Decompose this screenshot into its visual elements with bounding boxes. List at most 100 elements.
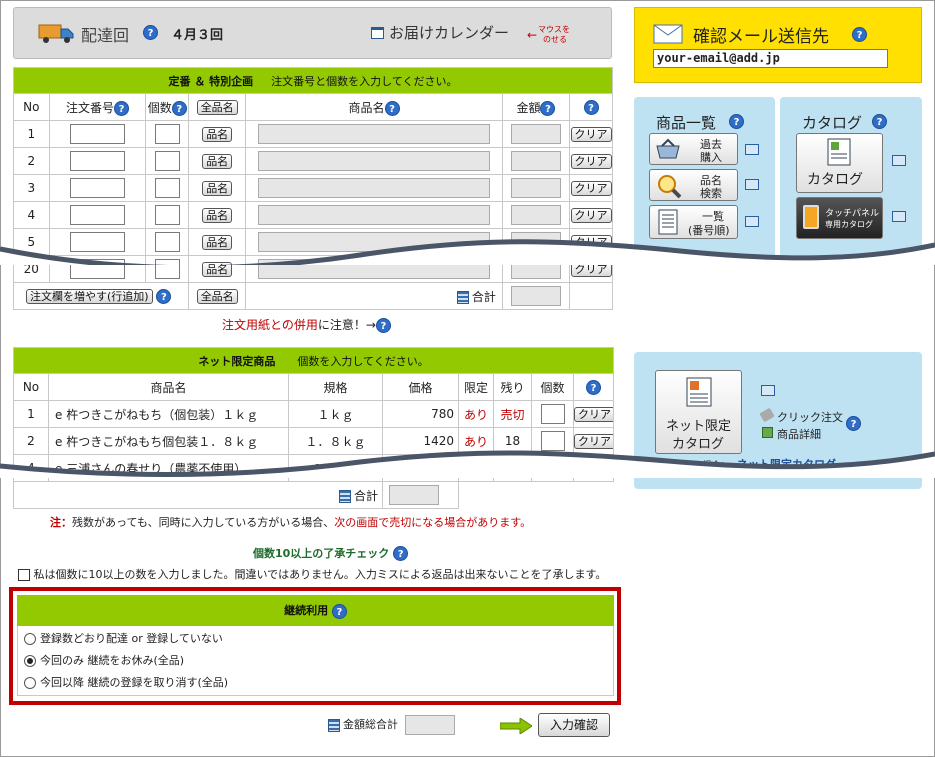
col-price: 金額 — [516, 100, 541, 115]
help-icon[interactable]: ? — [143, 25, 158, 40]
order-number-input[interactable] — [70, 151, 126, 171]
regular-instruction: 注文番号と個数を入力してください。 — [271, 74, 458, 88]
window-icon[interactable] — [745, 179, 759, 190]
window-icon[interactable] — [745, 216, 759, 227]
table-row: 2 品名 クリア — [13, 147, 613, 175]
help-icon[interactable]: ? — [586, 379, 602, 395]
qty-input[interactable] — [154, 178, 180, 198]
net-catalog-label-1: ネット限定 — [666, 419, 732, 434]
name-button[interactable]: 品名 — [202, 180, 233, 196]
clear-button[interactable]: クリア — [574, 406, 613, 422]
name-search-button[interactable]: 品名 検索 — [649, 169, 738, 201]
clear-button[interactable]: クリア — [570, 126, 612, 142]
continue-radio-2[interactable] — [24, 677, 36, 689]
help-icon[interactable]: ? — [393, 546, 409, 561]
col-order-no: 注文番号 — [66, 100, 115, 115]
continue-radio-1[interactable] — [24, 655, 36, 667]
clear-button[interactable]: クリア — [570, 180, 612, 196]
continue-option-row[interactable]: 今回以降 継続の登録を取り消す(全品) — [18, 674, 613, 696]
regular-total-field — [510, 286, 561, 306]
catalog-button[interactable]: カタログ — [796, 133, 883, 193]
col-limited: 限定 — [458, 373, 494, 401]
help-icon[interactable]: ? — [156, 288, 172, 304]
net-total-label: 合計 — [353, 488, 378, 503]
window-icon[interactable] — [745, 144, 759, 155]
qty-input[interactable] — [154, 205, 180, 225]
net-note-text: 残数があっても、同時に入力している方がいる場合、 — [72, 516, 335, 529]
name-button[interactable]: 品名 — [202, 207, 233, 223]
net-section-title: ネット限定商品 — [198, 354, 276, 368]
product-name-field — [258, 151, 491, 171]
detail-label[interactable]: 商品詳細 — [777, 426, 821, 442]
row-number: 1 — [13, 120, 50, 148]
help-icon[interactable]: ? — [846, 416, 861, 431]
regular-order-table: 定番 ＆ 特別企画 注文番号と個数を入力してください。 No 注文番号? 個数? … — [12, 67, 613, 310]
remain-count: 売切 — [493, 400, 532, 428]
qty-check-text: 私は個数に10以上の数を入力しました。間違いではありません。入力ミスによる返品は… — [33, 568, 607, 581]
help-icon[interactable]: ? — [852, 27, 867, 42]
continue-radio-0[interactable] — [24, 633, 36, 645]
catalog-book-icon — [686, 377, 712, 407]
order-number-input[interactable] — [70, 124, 126, 144]
number-list-button[interactable]: 一覧 (番号順) — [649, 205, 738, 239]
qty-check-row: 私は個数に10以上の数を入力しました。間違いではありません。入力ミスによる返品は… — [18, 566, 606, 582]
clear-button[interactable]: クリア — [570, 153, 612, 169]
past-purchase-button[interactable]: 過去 購入 — [649, 133, 738, 165]
clear-button[interactable]: クリア — [570, 207, 612, 223]
email-field[interactable]: your-email@add.jp — [653, 49, 888, 68]
help-icon[interactable]: ? — [171, 100, 187, 116]
help-icon[interactable]: ? — [375, 318, 391, 333]
col-qty: 個数 — [147, 100, 172, 115]
order-number-input[interactable] — [70, 178, 126, 198]
name-button[interactable]: 品名 — [202, 126, 233, 142]
add-rows-button[interactable]: 注文欄を増やす(行追加) — [26, 288, 153, 304]
click-order-label[interactable]: クリック注文 — [777, 409, 843, 425]
confirm-input-button[interactable]: 入力確認 — [538, 713, 610, 737]
grand-total-field — [404, 715, 455, 735]
qty-input[interactable] — [540, 404, 565, 424]
page-break-wave — [0, 239, 935, 265]
qty-check-checkbox[interactable] — [18, 569, 30, 581]
help-icon[interactable]: ? — [114, 100, 130, 116]
clear-button[interactable]: クリア — [574, 433, 613, 449]
net-note: 注：残数があっても、同時に入力している方がいる場合、次の画面で売切になる場合があ… — [50, 514, 531, 530]
calculator-icon — [338, 489, 351, 503]
table-row: 1e 杵つきこがねもち（個包装）１ｋｇ １ｋｇ 780 あり 売切 クリア — [13, 400, 615, 428]
continue-option-row[interactable]: 今回のみ 継続をお休み(全品) — [18, 652, 613, 674]
calendar-link[interactable]: お届けカレンダー — [389, 22, 509, 43]
help-icon[interactable]: ? — [729, 114, 744, 129]
price-field — [510, 124, 561, 144]
order-number-input[interactable] — [70, 205, 126, 225]
product-name-field — [258, 178, 491, 198]
regular-note-red: 注文用紙との併用 — [222, 318, 318, 332]
touch-label-1: タッチパネル — [825, 209, 880, 219]
continue-header: 継続利用 ? — [17, 595, 614, 626]
right-arrow-icon — [500, 718, 532, 734]
name-button[interactable]: 品名 — [202, 153, 233, 169]
window-icon[interactable] — [892, 211, 906, 222]
email-title: 確認メール送信先 — [693, 27, 829, 47]
tablet-icon — [803, 205, 819, 229]
all-names-button[interactable]: 全品名 — [196, 288, 238, 304]
touch-catalog-button[interactable]: タッチパネル 専用カタログ — [796, 197, 883, 239]
row-number: 1 — [13, 400, 49, 428]
help-icon[interactable]: ? — [872, 114, 887, 129]
help-icon[interactable]: ? — [540, 100, 556, 116]
qty-input[interactable] — [154, 124, 180, 144]
continue-option-label: 今回以降 継続の登録を取り消す(全品) — [40, 676, 229, 689]
help-icon[interactable]: ? — [331, 603, 347, 619]
qty-input[interactable] — [154, 151, 180, 171]
table-row: 4 品名 クリア — [13, 201, 613, 229]
window-icon[interactable] — [761, 385, 775, 396]
help-icon[interactable]: ? — [583, 99, 599, 115]
continue-option-row[interactable]: 登録数どおり配達 or 登録していない — [18, 630, 613, 652]
col-no: No — [13, 93, 50, 121]
window-icon[interactable] — [892, 155, 906, 166]
list-icon — [658, 209, 678, 235]
price-field — [510, 151, 561, 171]
net-catalog-button[interactable]: ネット限定 カタログ — [655, 370, 742, 454]
help-icon[interactable]: ? — [384, 100, 400, 116]
all-names-button[interactable]: 全品名 — [196, 99, 238, 115]
price-field — [510, 205, 561, 225]
price-field — [510, 178, 561, 198]
